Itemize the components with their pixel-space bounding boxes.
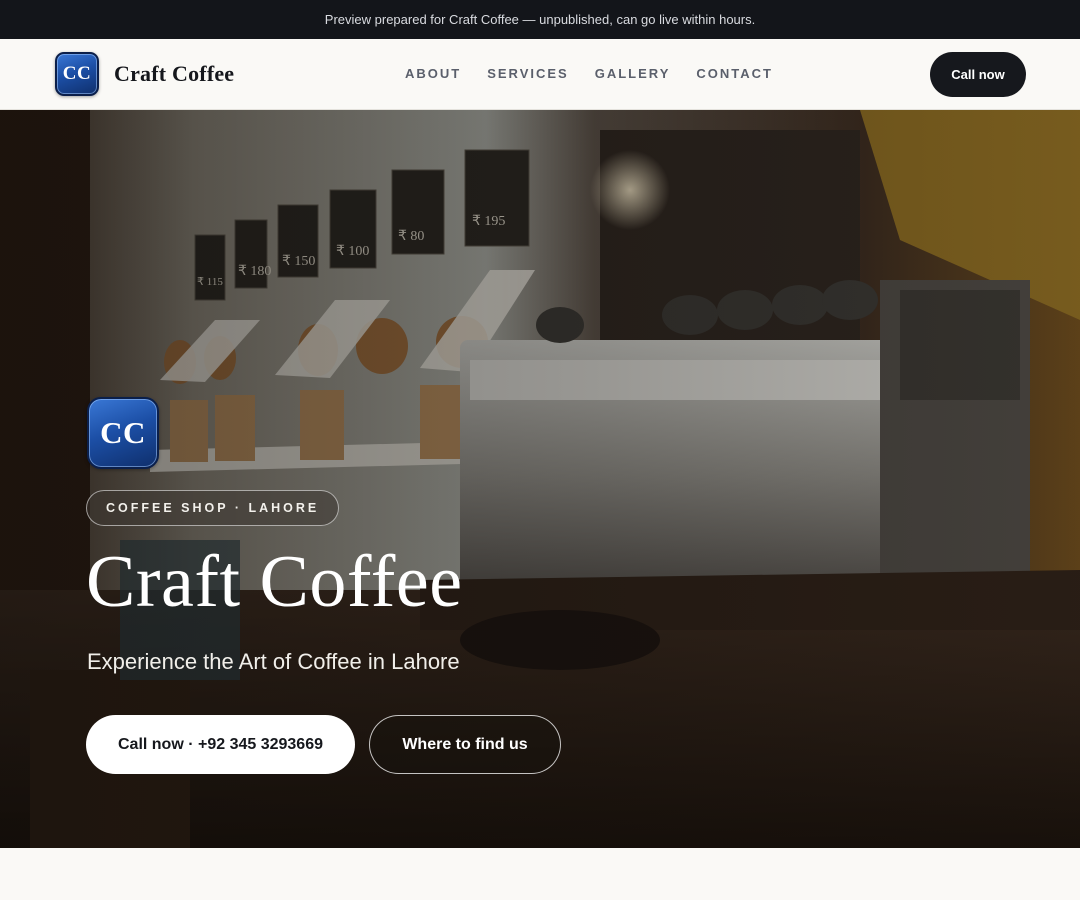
nav-link-about[interactable]: ABOUT [405, 66, 461, 81]
nav-link-services[interactable]: SERVICES [487, 66, 569, 81]
hero-logo-icon: CC [87, 397, 159, 469]
header-call-button[interactable]: Call now [930, 52, 1026, 97]
brand-name: Craft Coffee [114, 61, 235, 86]
category-badge: COFFEE SHOP · LAHORE [86, 490, 340, 526]
where-to-find-us-button[interactable]: Where to find us [369, 715, 561, 774]
call-now-button[interactable]: Call now · +92 345 3293669 [86, 715, 355, 774]
hero-subtitle: Experience the Art of Coffee in Lahore [87, 649, 460, 674]
preview-banner: Preview prepared for Craft Coffee — unpu… [0, 0, 1080, 39]
site-header: CC Craft Coffee ABOUT SERVICES GALLERY C… [0, 39, 1080, 110]
nav-link-gallery[interactable]: GALLERY [595, 66, 671, 81]
main-nav: ABOUT SERVICES GALLERY CONTACT [405, 66, 799, 81]
brand-logo-icon: CC [55, 52, 99, 96]
preview-banner-text: Preview prepared for Craft Coffee — unpu… [324, 12, 756, 27]
nav-link-contact[interactable]: CONTACT [696, 66, 773, 81]
hero-title: Craft Coffee [86, 541, 463, 623]
hero-logo-text: CC [100, 415, 146, 450]
brand-logo-text: CC [62, 63, 92, 84]
hero-section: ₹ 195 ₹ 80 ₹ 100 ₹ 150 ₹ 180 ₹ 115 CC [0, 110, 1080, 848]
brand[interactable]: CC Craft Coffee [55, 52, 234, 96]
category-badge-text: COFFEE SHOP · LAHORE [106, 501, 320, 515]
next-section [0, 848, 1080, 900]
